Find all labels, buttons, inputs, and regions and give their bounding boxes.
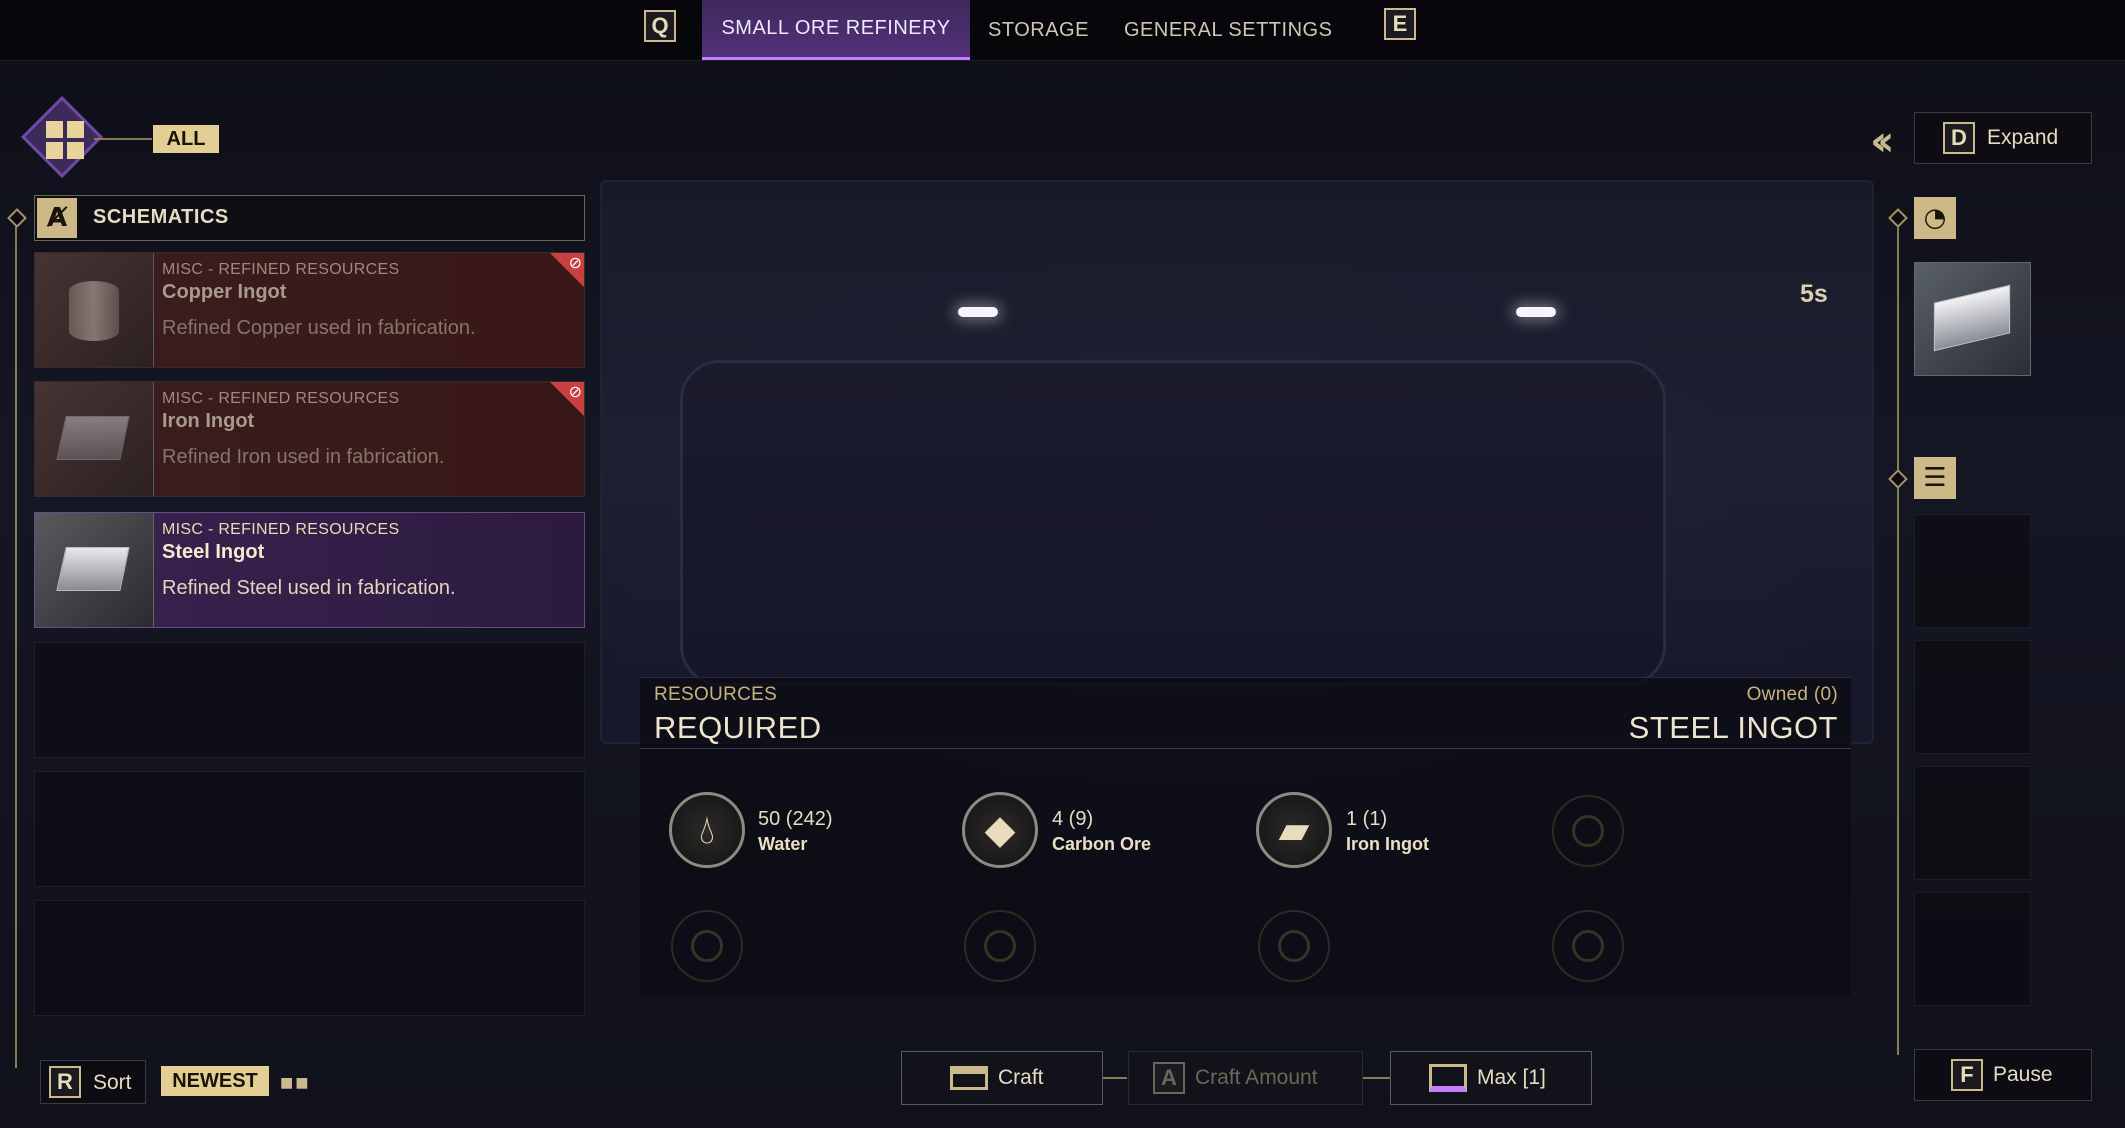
- compass-icon: Ⱥ: [37, 198, 77, 238]
- collapse-chevron-icon[interactable]: ‹‹: [1870, 116, 1894, 165]
- schematic-card-steel-ingot[interactable]: MISC - REFINED RESOURCES Steel Ingot Ref…: [34, 512, 585, 628]
- tab-next-key[interactable]: E: [1384, 8, 1416, 40]
- no-entry-icon: ⊘: [568, 253, 582, 272]
- sort-key: R: [49, 1066, 81, 1098]
- item-title: STEEL INGOT: [1628, 710, 1838, 745]
- queue-slot: [1914, 892, 2031, 1006]
- tab-storage[interactable]: STORAGE: [988, 0, 1089, 60]
- top-bar: Q SMALL ORE REFINERY STORAGE GENERAL SET…: [0, 0, 2125, 61]
- schematic-description: Refined Iron used in fabrication.: [162, 446, 445, 468]
- pause-label: Pause: [1993, 1063, 2053, 1086]
- resource-count: 4 (9): [1052, 808, 1094, 830]
- schematic-name: Steel Ingot: [162, 541, 265, 563]
- connector-line: [1103, 1077, 1127, 1079]
- empty-resource-slot: [671, 910, 743, 982]
- craft-button[interactable]: Craft: [901, 1051, 1103, 1105]
- schematic-name: Copper Ingot: [162, 281, 287, 303]
- schematic-card-iron-ingot[interactable]: MISC - REFINED RESOURCES Iron Ingot Refi…: [34, 381, 585, 497]
- max-label: Max [1]: [1477, 1066, 1546, 1089]
- expand-key: D: [1943, 122, 1975, 154]
- pause-key: F: [1951, 1059, 1983, 1091]
- schematic-category: MISC - REFINED RESOURCES: [162, 390, 400, 407]
- water-drop-icon: 💧︎: [669, 792, 745, 868]
- connector-line: [94, 138, 152, 140]
- scene-light: [958, 307, 998, 317]
- sort-label: Sort: [93, 1071, 132, 1094]
- ore-icon: ◆: [962, 792, 1038, 868]
- craft-label: Craft: [998, 1066, 1044, 1089]
- craft-icon: [950, 1066, 988, 1090]
- copper-ingot-thumbnail: [35, 253, 154, 367]
- expand-button[interactable]: D Expand: [1914, 112, 2092, 164]
- ingot-icon: ▰: [1256, 792, 1332, 868]
- schematics-header: Ⱥ SCHEMATICS: [34, 195, 585, 241]
- resources-label: RESOURCES: [654, 684, 778, 705]
- frame-line: [15, 218, 17, 1068]
- craft-timer: 5s: [1800, 280, 1828, 308]
- empty-resource-slot: [964, 910, 1036, 982]
- sort-indicator: ■■: [280, 1075, 311, 1091]
- resource-name: Iron Ingot: [1346, 834, 1429, 854]
- tab-prev-key[interactable]: Q: [644, 10, 676, 42]
- craft-amount-label: Craft Amount: [1195, 1066, 1318, 1089]
- no-entry-icon: ⊘: [568, 382, 582, 401]
- pause-button[interactable]: F Pause: [1914, 1049, 2092, 1101]
- output-slot-steel-ingot[interactable]: [1914, 262, 2031, 376]
- steel-ingot-image: [1933, 284, 2011, 352]
- resource-name: Carbon Ore: [1052, 834, 1152, 854]
- schematic-description: Refined Steel used in fabrication.: [162, 577, 456, 599]
- queue-list-icon[interactable]: ☰: [1914, 457, 1956, 499]
- scene-light: [1516, 307, 1556, 317]
- sort-button[interactable]: R Sort: [40, 1060, 146, 1104]
- schematic-name: Iron Ingot: [162, 410, 255, 432]
- tab-small-ore-refinery[interactable]: SMALL ORE REFINERY: [702, 0, 970, 60]
- iron-ingot-thumbnail: [35, 382, 154, 496]
- filter-all-badge[interactable]: ALL: [153, 125, 219, 153]
- connector-line: [1363, 1077, 1391, 1079]
- empty-schematic-slot: [34, 771, 585, 887]
- schematic-category: MISC - REFINED RESOURCES: [162, 521, 400, 538]
- schematics-title: SCHEMATICS: [93, 206, 229, 228]
- queue-slot: [1914, 640, 2031, 754]
- craft-amount-key: A: [1153, 1062, 1185, 1094]
- schematic-description: Refined Copper used in fabrication.: [162, 317, 476, 339]
- max-button[interactable]: Max [1]: [1390, 1051, 1592, 1105]
- schematic-category: MISC - REFINED RESOURCES: [162, 261, 400, 278]
- queue-slot: [1914, 766, 2031, 880]
- queue-slot: [1914, 514, 2031, 628]
- refinery-scene-frame: [680, 360, 1666, 686]
- frame-line: [1897, 220, 1899, 1055]
- grid-icon: [46, 121, 84, 159]
- owned-count: Owned (0): [1746, 684, 1838, 705]
- max-icon: [1429, 1064, 1467, 1092]
- resource-count: 1 (1): [1346, 808, 1388, 830]
- empty-resource-slot: [1258, 910, 1330, 982]
- empty-schematic-slot: [34, 642, 585, 758]
- steel-ingot-thumbnail: [35, 513, 154, 627]
- empty-schematic-slot: [34, 900, 585, 1016]
- empty-resource-slot: [1552, 910, 1624, 982]
- resource-count: 50 (242): [758, 808, 833, 830]
- resource-name: Water: [758, 834, 808, 854]
- schematic-card-copper-ingot[interactable]: MISC - REFINED RESOURCES Copper Ingot Re…: [34, 252, 585, 368]
- empty-resource-slot: [1552, 795, 1624, 867]
- divider: [640, 748, 1851, 749]
- tab-general-settings[interactable]: GENERAL SETTINGS: [1124, 0, 1332, 60]
- expand-label: Expand: [1987, 126, 2059, 149]
- craft-amount-button[interactable]: A Craft Amount: [1128, 1051, 1363, 1105]
- clock-icon[interactable]: ◔: [1914, 197, 1956, 239]
- sort-mode-badge[interactable]: NEWEST: [161, 1066, 269, 1096]
- required-label: REQUIRED: [654, 710, 822, 745]
